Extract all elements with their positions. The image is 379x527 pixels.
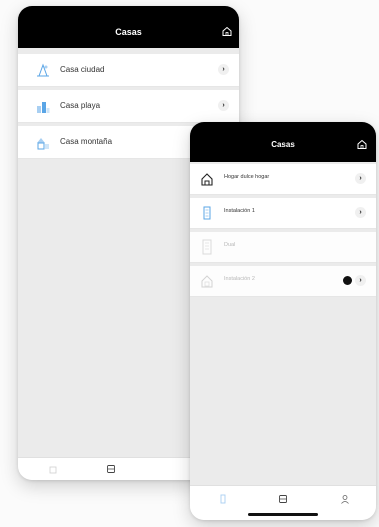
tab-devices-icon[interactable] <box>278 494 288 504</box>
list-item-label: Instalación 2 <box>224 276 255 282</box>
mountain-house-icon <box>37 138 49 150</box>
header-bar: Casas <box>18 6 239 48</box>
list-item-casa-playa[interactable]: Casa playa › <box>18 90 239 123</box>
status-dot <box>343 276 352 285</box>
list-item-label: Dual <box>224 242 236 248</box>
home-icon[interactable] <box>221 25 233 37</box>
list-item-instalacion-1[interactable]: Instalación 1 › <box>190 198 376 229</box>
tab-houses-icon[interactable] <box>48 464 58 474</box>
chevron-right-icon[interactable]: › <box>355 275 366 286</box>
chevron-right-icon[interactable]: › <box>355 173 366 184</box>
chevron-right-icon[interactable]: › <box>218 100 229 111</box>
list-item-label: Casa ciudad <box>60 65 105 74</box>
city-buildings-icon <box>37 63 49 77</box>
beach-buildings-icon <box>37 102 50 113</box>
list-item-label: Instalación 1 <box>224 208 255 214</box>
header-bar: Casas <box>190 122 376 162</box>
tall-building-icon <box>202 239 212 255</box>
tab-profile-icon[interactable] <box>340 494 350 504</box>
home-outline-icon <box>201 173 213 186</box>
screenshot-stage: Casas Casa ciudad › Casa playa › Casa mo… <box>0 0 379 527</box>
chevron-right-icon[interactable]: › <box>355 207 366 218</box>
page-title: Casas <box>115 27 142 37</box>
list-item-label: Casa playa <box>60 101 101 110</box>
home-icon[interactable] <box>356 138 368 150</box>
installation-list: Hogar dulce hogar › Instalación 1 › Dual <box>190 164 376 300</box>
chevron-right-icon[interactable]: › <box>218 64 229 75</box>
tab-houses-icon[interactable] <box>218 494 228 504</box>
tab-bar <box>190 485 376 520</box>
list-item-label: Casa montaña <box>60 137 113 146</box>
building-icon <box>203 206 211 220</box>
home-faded-icon <box>201 275 213 288</box>
phone-front: Casas Hogar dulce hogar › Instalación 1 … <box>190 122 376 520</box>
list-item-dual[interactable]: Dual <box>190 232 376 263</box>
list-item-casa-ciudad[interactable]: Casa ciudad › <box>18 54 239 87</box>
tab-devices-icon[interactable] <box>106 464 116 474</box>
list-item-hogar-dulce-hogar[interactable]: Hogar dulce hogar › <box>190 164 376 195</box>
list-item-label: Hogar dulce hogar <box>224 174 270 180</box>
list-item-instalacion-2[interactable]: Instalación 2 › <box>190 266 376 297</box>
page-title: Casas <box>271 140 295 149</box>
home-indicator-bar <box>248 513 318 516</box>
